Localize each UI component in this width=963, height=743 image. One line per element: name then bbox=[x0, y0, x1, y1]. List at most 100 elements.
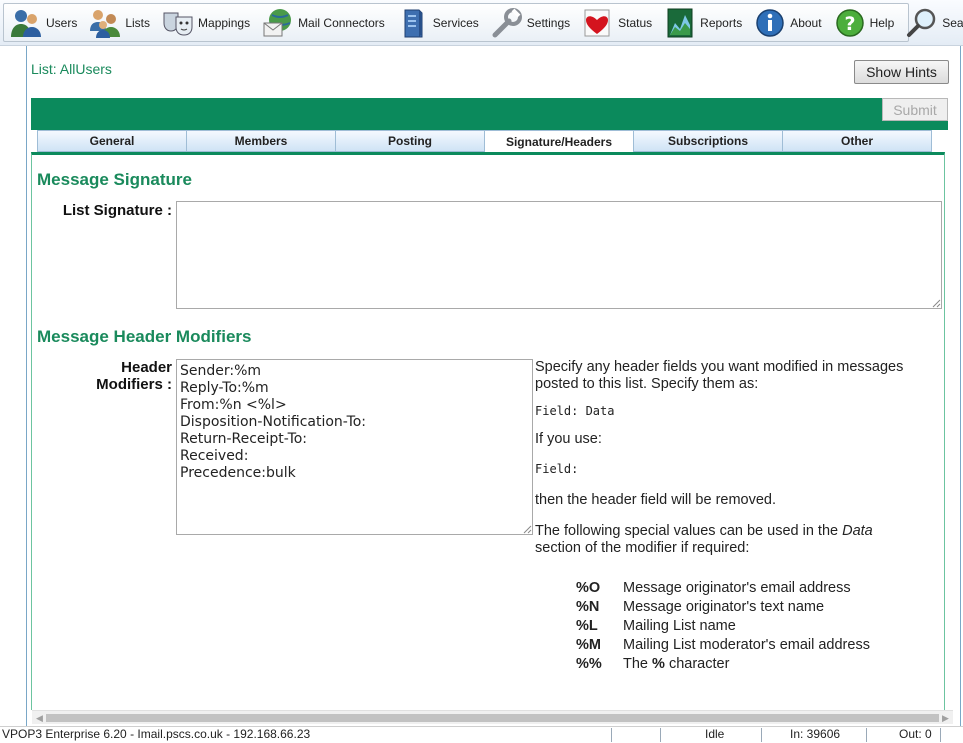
toolbar-status-label: Status bbox=[618, 15, 653, 30]
message-signature-heading: Message Signature bbox=[37, 170, 192, 189]
tab-subscriptions[interactable]: Subscriptions bbox=[633, 130, 783, 152]
code-key: %M bbox=[576, 637, 601, 653]
toolbar-reports-label: Reports bbox=[700, 15, 743, 30]
code-row: %% The % character bbox=[576, 656, 870, 675]
list-signature-textarea[interactable] bbox=[176, 201, 942, 309]
services-icon bbox=[397, 7, 429, 39]
code-row: %N Message originator's text name bbox=[576, 599, 870, 618]
status-separator bbox=[761, 728, 762, 742]
settings-icon bbox=[491, 7, 523, 39]
show-hints-button[interactable]: Show Hints bbox=[854, 60, 949, 84]
status-icon bbox=[582, 7, 614, 39]
status-separator bbox=[611, 728, 612, 742]
status-out-count: Out: 0 bbox=[899, 727, 932, 741]
code-key: %N bbox=[576, 599, 600, 615]
code-desc-post: character bbox=[664, 656, 730, 672]
toolbar-settings-label: Settings bbox=[526, 15, 571, 30]
help-example-field: Field: bbox=[535, 462, 579, 476]
toolbar-about-label: About bbox=[790, 15, 822, 30]
code-desc-pre: The bbox=[623, 656, 653, 672]
code-key: %O bbox=[576, 580, 601, 596]
code-desc: Message originator's text name bbox=[623, 599, 825, 615]
tab-bar: General Members Posting Signature/Header… bbox=[37, 130, 932, 154]
scroll-right-icon[interactable]: ▶ bbox=[942, 713, 949, 724]
toolbar-help-label: Help bbox=[869, 15, 895, 30]
toolbar-lists-label: Lists bbox=[125, 15, 151, 30]
tab-general[interactable]: General bbox=[37, 130, 187, 152]
toolbar-services-label: Services bbox=[432, 15, 479, 30]
header-modifiers-label-line1: Header bbox=[121, 359, 172, 376]
about-icon bbox=[754, 7, 786, 39]
header-modifiers-label-line2: Modifiers : bbox=[96, 376, 172, 393]
toolbar-status-button[interactable]: Status bbox=[576, 4, 658, 41]
code-desc: Mailing List name bbox=[623, 618, 736, 634]
tab-other[interactable]: Other bbox=[782, 130, 932, 152]
headers-resize-grip-icon[interactable] bbox=[522, 524, 532, 534]
help-special-italic: Data bbox=[842, 523, 873, 539]
search-icon bbox=[906, 7, 938, 39]
toolbar-mail-connectors-label: Mail Connectors bbox=[298, 15, 385, 30]
toolbar-help-button[interactable]: ? Help bbox=[828, 4, 901, 41]
status-state: Idle bbox=[705, 727, 725, 741]
toolbar-reports-button[interactable]: Reports bbox=[658, 4, 748, 41]
scrollbar-thumb[interactable] bbox=[46, 714, 939, 722]
help-if-you-use: If you use: bbox=[535, 431, 602, 447]
help-intro: Specify any header fields you want modif… bbox=[535, 359, 904, 392]
tab-members[interactable]: Members bbox=[186, 130, 336, 152]
code-key: %L bbox=[576, 618, 598, 634]
toolbar-about-button[interactable]: About bbox=[748, 4, 827, 41]
code-desc: Message originator's email address bbox=[623, 580, 851, 596]
toolbar-settings-button[interactable]: Settings bbox=[485, 4, 576, 41]
code-desc: The % character bbox=[623, 656, 729, 675]
signature-resize-grip-icon[interactable] bbox=[931, 298, 941, 308]
status-in-count: In: 39606 bbox=[790, 727, 841, 741]
toolbar-search-button[interactable]: Search bbox=[900, 4, 963, 41]
header-modifiers-heading: Message Header Modifiers bbox=[37, 327, 252, 346]
help-removed-note: then the header field will be removed. bbox=[535, 492, 777, 508]
status-separator bbox=[940, 728, 941, 742]
header-modifiers-label: Header Modifiers : bbox=[40, 359, 172, 393]
toolbar-mail-connectors-button[interactable]: Mail Connectors bbox=[256, 4, 391, 41]
status-separator bbox=[866, 728, 867, 742]
status-separator bbox=[660, 728, 661, 742]
help-icon: ? bbox=[834, 7, 866, 39]
code-desc-bold: % bbox=[652, 656, 665, 672]
svg-text:?: ? bbox=[844, 13, 855, 35]
main-toolbar: Users Lists Mappings Mail Connectors Ser… bbox=[0, 0, 963, 46]
code-row: %M Mailing List moderator's email address bbox=[576, 637, 870, 656]
help-example-field-data: Field: Data bbox=[535, 404, 615, 418]
toolbar-mappings-button[interactable]: Mappings bbox=[156, 4, 256, 41]
toolbar-buttons: Users Lists Mappings Mail Connectors Ser… bbox=[3, 3, 963, 42]
help-special-values: The following special values can be used… bbox=[535, 523, 915, 557]
tab-signature-headers[interactable]: Signature/Headers bbox=[484, 130, 634, 154]
help-special-pre: The following special values can be used… bbox=[535, 523, 843, 539]
mail-connectors-icon bbox=[262, 7, 294, 39]
lists-icon bbox=[89, 7, 121, 39]
scroll-left-icon[interactable]: ◀ bbox=[36, 713, 43, 724]
toolbar-search-label: Search bbox=[942, 15, 963, 30]
status-bar: VPOP3 Enterprise 6.20 - Imail.pscs.co.uk… bbox=[0, 726, 963, 742]
users-icon bbox=[10, 7, 42, 39]
submit-button[interactable]: Submit bbox=[882, 98, 948, 121]
header-modifiers-textarea[interactable]: Sender:%m Reply-To:%m From:%n <%l> Dispo… bbox=[176, 359, 533, 535]
help-special-post: section of the modifier if required: bbox=[535, 540, 750, 556]
reports-icon bbox=[664, 7, 696, 39]
toolbar-mappings-label: Mappings bbox=[198, 15, 251, 30]
status-app-info: VPOP3 Enterprise 6.20 - Imail.pscs.co.uk… bbox=[2, 727, 311, 741]
list-signature-label: List Signature : bbox=[62, 202, 172, 219]
toolbar-services-button[interactable]: Services bbox=[391, 4, 485, 41]
toolbar-users-label: Users bbox=[46, 15, 78, 30]
special-values-table: %O Message originator's email address %N M… bbox=[576, 580, 870, 675]
header-modifiers-help: Specify any header fields you want modif… bbox=[535, 359, 915, 557]
horizontal-scrollbar[interactable]: ◀ ▶ bbox=[32, 710, 953, 724]
code-key: %% bbox=[576, 656, 602, 672]
toolbar-users-button[interactable]: Users bbox=[4, 4, 83, 41]
tab-posting[interactable]: Posting bbox=[335, 130, 485, 152]
code-row: %O Message originator's email address bbox=[576, 580, 870, 599]
code-row: %L Mailing List name bbox=[576, 618, 870, 637]
list-title: List: AllUsers bbox=[31, 61, 112, 77]
header-bar bbox=[31, 98, 948, 130]
code-desc: Mailing List moderator's email address bbox=[623, 637, 870, 653]
toolbar-lists-button[interactable]: Lists bbox=[83, 4, 156, 41]
mappings-icon bbox=[162, 7, 194, 39]
